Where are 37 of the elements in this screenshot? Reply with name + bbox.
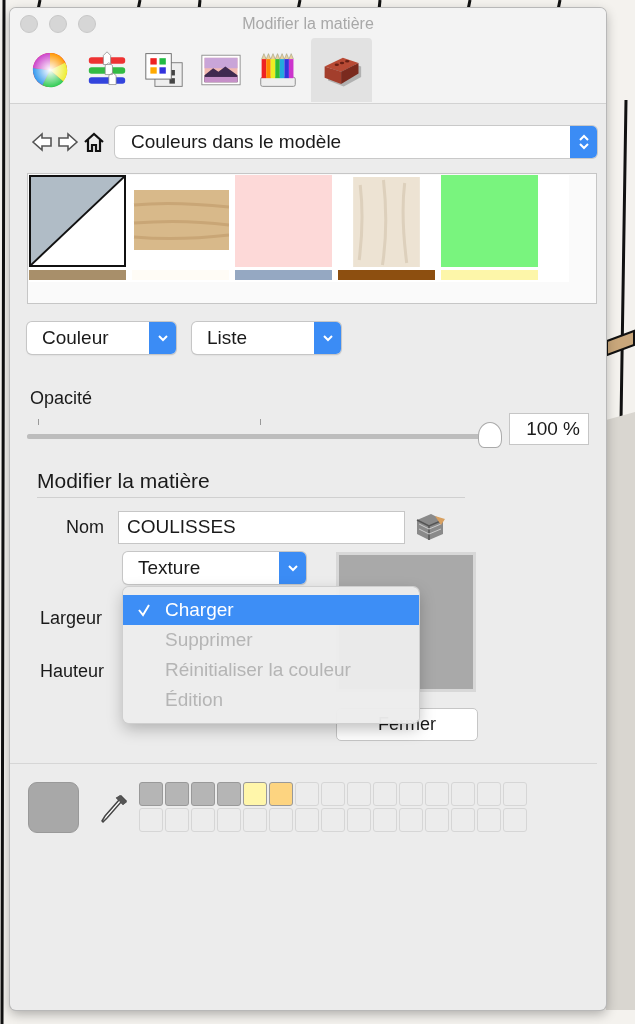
window-title: Modifier la matière <box>242 15 374 33</box>
material-swatch[interactable] <box>441 175 538 267</box>
name-label: Nom <box>65 516 105 538</box>
color-grid-icon <box>143 51 184 89</box>
color-slot[interactable] <box>217 782 241 806</box>
wood-beam <box>606 329 635 357</box>
toolbar-tab[interactable] <box>311 38 372 102</box>
caret-icon <box>321 334 334 342</box>
caret-icon <box>286 564 299 572</box>
material-swatch[interactable] <box>235 175 332 267</box>
color-slot[interactable] <box>139 782 163 806</box>
caret-icon <box>156 334 169 342</box>
minimize-window-button[interactable] <box>49 15 67 33</box>
back-arrow-icon[interactable] <box>31 131 53 153</box>
height-label: Hauteur <box>40 661 105 682</box>
crayons-icon <box>257 51 298 89</box>
zoom-window-button[interactable] <box>78 15 96 33</box>
section-heading: Modifier la matière <box>37 469 465 498</box>
forward-arrow-icon[interactable] <box>57 131 79 153</box>
opacity-label: Opacité <box>29 388 94 409</box>
close-window-button[interactable] <box>20 15 38 33</box>
eyedropper-icon[interactable] <box>99 792 129 826</box>
home-icon[interactable] <box>83 131 105 153</box>
width-label: Largeur <box>40 608 103 629</box>
color-slot[interactable] <box>243 782 267 806</box>
type-dropdown[interactable]: Couleur <box>27 322 176 354</box>
material-swatch[interactable] <box>29 175 126 267</box>
view-dropdown[interactable]: Liste <box>192 322 341 354</box>
color-slot[interactable] <box>191 782 215 806</box>
color-slot[interactable] <box>269 782 293 806</box>
library-dropdown[interactable]: Couleurs dans le modèle <box>115 126 597 158</box>
up-down-caret-icon <box>577 133 590 151</box>
color-slot[interactable] <box>165 782 189 806</box>
opacity-field[interactable]: 100 % <box>509 413 589 445</box>
texture-dropdown[interactable]: Texture <box>123 552 306 584</box>
current-color-well[interactable] <box>28 782 79 833</box>
name-field[interactable]: COULISSES <box>118 510 405 544</box>
